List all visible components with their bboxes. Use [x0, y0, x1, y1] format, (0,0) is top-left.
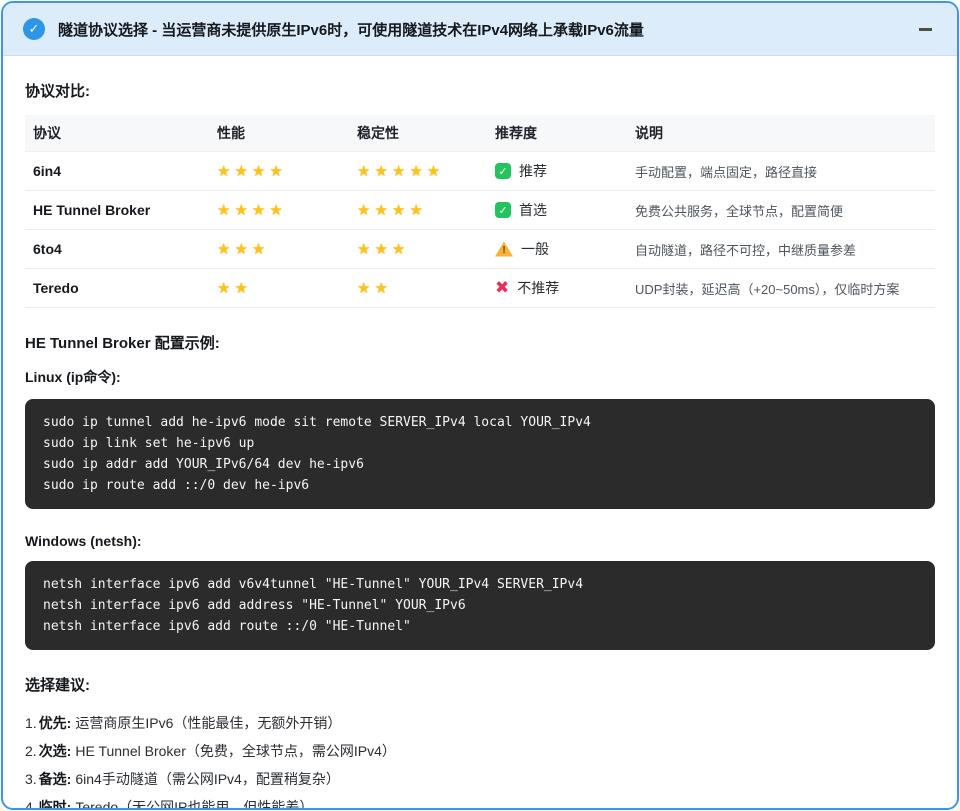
collapse-button[interactable] — [913, 17, 937, 41]
warning-icon: ! — [495, 242, 513, 257]
recommendation-cell: ! 一般 — [487, 230, 627, 269]
code-line: sudo ip tunnel add he-ipv6 mode sit remo… — [43, 412, 917, 433]
table-row: 6to4★★★★★★!一般自动隧道，路径不可控，中继质量参差 — [25, 230, 935, 269]
windows-label: Windows (netsh): — [25, 533, 935, 549]
column-header-performance: 性能 — [209, 115, 349, 152]
card-header: ✓ 隧道协议选择 - 当运营商未提供原生IPv6时，可使用隧道技术在IPv4网络… — [3, 3, 957, 56]
recommendation-label: 一般 — [521, 239, 549, 259]
advice-label: 备选: — [39, 771, 72, 787]
recommendation-wrap: ! 一般 — [495, 239, 617, 259]
recommendation-wrap: ✓ 首选 — [495, 200, 617, 220]
protocol-name: HE Tunnel Broker — [25, 191, 209, 230]
recommendation-cell: ✓ 首选 — [487, 191, 627, 230]
recommendation-wrap: ✖ 不推荐 — [495, 278, 617, 298]
code-line: sudo ip link set he-ipv6 up — [43, 433, 917, 454]
advice-item: 1.优先:运营商原生IPv6（性能最佳，无额外开销） — [25, 709, 935, 737]
check-icon: ✓ — [495, 163, 511, 179]
advice-heading: 选择建议: — [25, 674, 935, 695]
comparison-table-body: 6in4★★★★★★★★★✓推荐手动配置，端点固定，路径直接HE Tunnel … — [25, 152, 935, 308]
advice-text: 6in4手动隧道（需公网IPv4，配置稍复杂） — [75, 771, 339, 787]
code-line: sudo ip addr add YOUR_IPv6/64 dev he-ipv… — [43, 454, 917, 475]
performance-stars: ★★★★ — [209, 191, 349, 230]
check-circle-icon: ✓ — [23, 18, 45, 40]
protocol-comparison-table: 协议 性能 稳定性 推荐度 说明 6in4★★★★★★★★★✓推荐手动配置，端点… — [25, 115, 935, 308]
column-header-description: 说明 — [627, 115, 935, 152]
protocol-description: 免费公共服务，全球节点，配置简便 — [627, 191, 935, 230]
advice-label: 临时: — [39, 799, 72, 810]
column-header-protocol: 协议 — [25, 115, 209, 152]
stability-stars: ★★★ — [349, 230, 487, 269]
windows-code-block: netsh interface ipv6 add v6v4tunnel "HE-… — [25, 561, 935, 650]
comparison-heading: 协议对比: — [25, 80, 935, 101]
stability-stars: ★★★★★ — [349, 152, 487, 191]
stability-stars: ★★ — [349, 269, 487, 308]
advice-number: 4. — [25, 799, 37, 810]
performance-stars: ★★★★ — [209, 152, 349, 191]
code-line: sudo ip route add ::/0 dev he-ipv6 — [43, 475, 917, 496]
card-content: 协议对比: 协议 性能 稳定性 推荐度 说明 6in4★★★★★★★★★✓推荐手… — [3, 56, 957, 810]
advice-number: 3. — [25, 771, 37, 787]
stability-stars: ★★★★ — [349, 191, 487, 230]
recommendation-cell: ✖ 不推荐 — [487, 269, 627, 308]
protocol-description: 自动隧道，路径不可控，中继质量参差 — [627, 230, 935, 269]
advice-label: 次选: — [39, 743, 72, 759]
recommendation-label: 推荐 — [519, 161, 547, 181]
recommendation-label: 不推荐 — [517, 278, 559, 298]
protocol-name: 6to4 — [25, 230, 209, 269]
config-example-heading: HE Tunnel Broker 配置示例: — [25, 332, 935, 353]
advice-text: 运营商原生IPv6（性能最佳，无额外开销） — [75, 715, 341, 731]
tunnel-protocol-card: ✓ 隧道协议选择 - 当运营商未提供原生IPv6时，可使用隧道技术在IPv4网络… — [1, 1, 959, 810]
performance-stars: ★★ — [209, 269, 349, 308]
advice-text: Teredo（无公网IP也能用，但性能差） — [75, 799, 313, 810]
advice-text: HE Tunnel Broker（免费，全球节点，需公网IPv4） — [75, 743, 396, 759]
minus-icon — [919, 28, 932, 31]
advice-list: 1.优先:运营商原生IPv6（性能最佳，无额外开销）2.次选:HE Tunnel… — [25, 709, 935, 810]
cross-icon: ✖ — [495, 280, 509, 296]
protocol-name: Teredo — [25, 269, 209, 308]
table-row: Teredo★★★★✖不推荐UDP封装，延迟高（+20~50ms），仅临时方案 — [25, 269, 935, 308]
protocol-description: 手动配置，端点固定，路径直接 — [627, 152, 935, 191]
table-header-row: 协议 性能 稳定性 推荐度 说明 — [25, 115, 935, 152]
protocol-name: 6in4 — [25, 152, 209, 191]
performance-stars: ★★★ — [209, 230, 349, 269]
recommendation-cell: ✓ 推荐 — [487, 152, 627, 191]
advice-number: 2. — [25, 743, 37, 759]
code-line: netsh interface ipv6 add address "HE-Tun… — [43, 595, 917, 616]
recommendation-label: 首选 — [519, 200, 547, 220]
linux-label: Linux (ip命令): — [25, 367, 935, 387]
code-line: netsh interface ipv6 add route ::/0 "HE-… — [43, 616, 917, 637]
column-header-recommendation: 推荐度 — [487, 115, 627, 152]
card-title: 隧道协议选择 - 当运营商未提供原生IPv6时，可使用隧道技术在IPv4网络上承… — [58, 19, 900, 40]
recommendation-wrap: ✓ 推荐 — [495, 161, 617, 181]
advice-item: 3.备选:6in4手动隧道（需公网IPv4，配置稍复杂） — [25, 765, 935, 793]
table-row: HE Tunnel Broker★★★★★★★★✓首选免费公共服务，全球节点，配… — [25, 191, 935, 230]
check-icon: ✓ — [495, 202, 511, 218]
code-line: netsh interface ipv6 add v6v4tunnel "HE-… — [43, 574, 917, 595]
protocol-description: UDP封装，延迟高（+20~50ms），仅临时方案 — [627, 269, 935, 308]
advice-label: 优先: — [39, 715, 72, 731]
advice-number: 1. — [25, 715, 37, 731]
advice-item: 4.临时:Teredo（无公网IP也能用，但性能差） — [25, 793, 935, 810]
advice-item: 2.次选:HE Tunnel Broker（免费，全球节点，需公网IPv4） — [25, 737, 935, 765]
column-header-stability: 稳定性 — [349, 115, 487, 152]
linux-code-block: sudo ip tunnel add he-ipv6 mode sit remo… — [25, 399, 935, 509]
table-row: 6in4★★★★★★★★★✓推荐手动配置，端点固定，路径直接 — [25, 152, 935, 191]
